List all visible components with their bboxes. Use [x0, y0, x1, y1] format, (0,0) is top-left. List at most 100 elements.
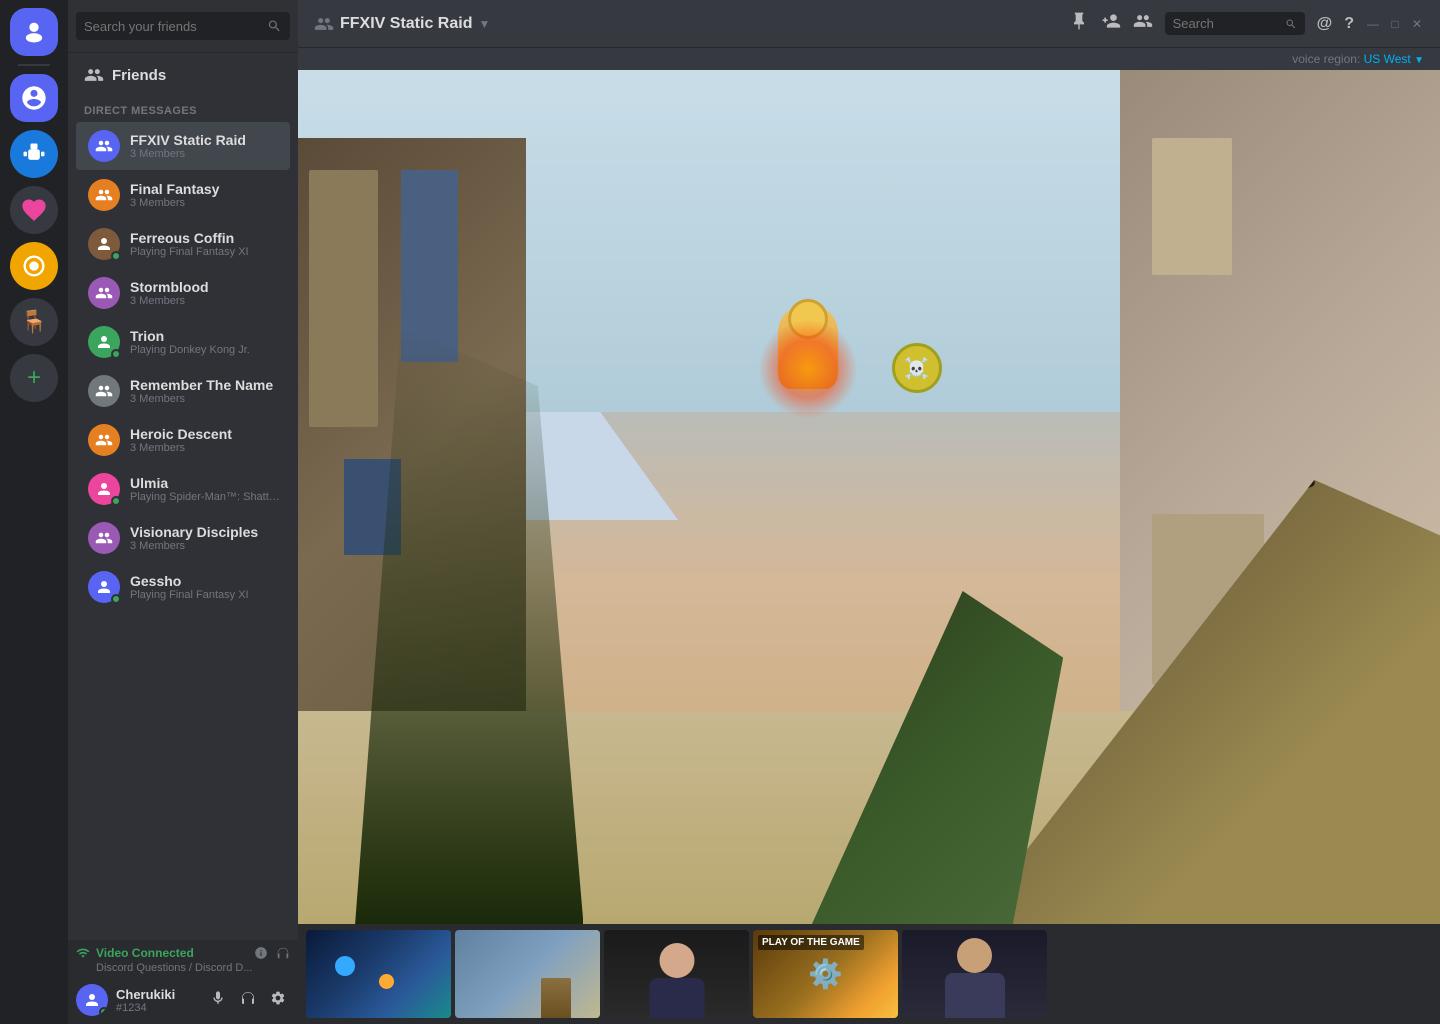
dm-sub-stormblood: 3 Members	[130, 295, 282, 307]
friends-nav-item[interactable]: Friends	[68, 53, 298, 89]
user-avatar	[76, 984, 108, 1016]
dm-avatar-ferreous	[88, 228, 120, 260]
voice-channel-label: Discord Questions / Discord D...	[76, 962, 290, 974]
dm-sub-ff: 3 Members	[130, 197, 282, 209]
dm-name-ffxiv: FFXIV Static Raid	[130, 132, 266, 148]
voice-region-value[interactable]: US West	[1364, 52, 1411, 66]
dm-item-ff[interactable]: Final Fantasy 3 Members	[76, 171, 290, 219]
window-1	[309, 170, 378, 426]
dm-item-remember[interactable]: Remember The Name 3 Members	[76, 367, 290, 415]
thumbnail-5[interactable]	[902, 930, 1047, 1018]
home-server-button[interactable]	[10, 8, 58, 56]
dm-item-visionary[interactable]: Visionary Disciples 3 Members	[76, 514, 290, 562]
info-icon[interactable]	[254, 946, 268, 960]
dm-sub-ffxiv: 3 Members	[130, 148, 266, 160]
dm-sub-gessho: Playing Final Fantasy XI	[130, 589, 282, 601]
status-online-ulmia	[111, 496, 121, 506]
user-controls	[206, 988, 290, 1013]
pin-icon[interactable]	[1069, 11, 1089, 36]
header-search-bar[interactable]	[1165, 12, 1305, 35]
dm-avatar-trion	[88, 326, 120, 358]
dm-avatar-stormblood	[88, 277, 120, 309]
user-info: Cherukiki #1234	[116, 987, 198, 1014]
minimize-button[interactable]: —	[1366, 17, 1380, 31]
main-content: FFXIV Static Raid ▼ @ ? — □ ✕	[298, 0, 1440, 1024]
friends-label: Friends	[112, 67, 166, 84]
mic-button[interactable]	[206, 988, 230, 1013]
friends-icon	[84, 65, 104, 85]
bottom-panel: Video Connected Discord Questions / Disc…	[68, 940, 298, 1024]
dm-avatar-gessho	[88, 571, 120, 603]
headphones-button[interactable]	[236, 988, 260, 1013]
dm-info-visionary: Visionary Disciples 3 Members	[130, 524, 282, 552]
header-chevron[interactable]: ▼	[478, 17, 490, 31]
headphones-icon[interactable]	[276, 946, 290, 960]
status-online-trion	[111, 349, 121, 359]
voice-region-label: voice region:	[1292, 52, 1360, 66]
mention-icon[interactable]: @	[1317, 15, 1333, 33]
dm-sub-heroic: 3 Members	[130, 442, 282, 454]
dm-item-stormblood[interactable]: Stormblood 3 Members	[76, 269, 290, 317]
dm-info-gessho: Gessho Playing Final Fantasy XI	[130, 573, 282, 601]
thumbnails-row: PLAY OF THE GAME ⚙️	[298, 924, 1440, 1024]
user-settings-button[interactable]	[266, 988, 290, 1013]
voice-region-chevron[interactable]: ▼	[1414, 55, 1424, 66]
members-icon[interactable]	[1133, 11, 1153, 36]
server-s1[interactable]	[10, 74, 58, 122]
status-online-ferreous	[111, 251, 121, 261]
close-button[interactable]: ✕	[1410, 17, 1424, 31]
add-member-icon[interactable]	[1101, 11, 1121, 36]
person-shape-5	[945, 938, 1005, 1018]
dm-item-ffxiv[interactable]: FFXIV Static Raid 3 Members ✕	[76, 122, 290, 170]
dm-name-ferreous: Ferreous Coffin	[130, 230, 282, 246]
main-video: ☠️ END CALL	[298, 70, 1440, 924]
server-s4[interactable]	[10, 242, 58, 290]
dm-info-ferreous: Ferreous Coffin Playing Final Fantasy XI	[130, 230, 282, 258]
search-bar-container	[68, 0, 298, 53]
thumbnail-1[interactable]	[306, 930, 451, 1018]
group-dm-icon	[314, 14, 334, 34]
dm-sub-visionary: 3 Members	[130, 540, 282, 552]
thumbnail-1-bg	[306, 930, 451, 1018]
dm-item-ulmia[interactable]: Ulmia Playing Spider-Man™: Shattered Dim…	[76, 465, 290, 513]
thumbnail-4-bg: PLAY OF THE GAME ⚙️	[753, 930, 898, 1018]
server-s5[interactable]: 🪑	[10, 298, 58, 346]
thumbnail-3[interactable]	[604, 930, 749, 1018]
dm-avatar-visionary	[88, 522, 120, 554]
person-shape-3	[649, 943, 704, 1018]
dm-section-label: DIRECT MESSAGES	[68, 89, 298, 121]
search-friends-input-wrapper[interactable]	[76, 12, 290, 40]
maximize-button[interactable]: □	[1388, 17, 1402, 31]
dm-avatar-remember	[88, 375, 120, 407]
dm-item-heroic[interactable]: Heroic Descent 3 Members	[76, 416, 290, 464]
dm-info-stormblood: Stormblood 3 Members	[130, 279, 282, 307]
header-title-text: FFXIV Static Raid	[340, 15, 472, 33]
thumb-play-label: PLAY OF THE GAME	[758, 935, 864, 950]
header-search-input[interactable]	[1173, 16, 1279, 31]
dm-sub-remember: 3 Members	[130, 393, 282, 405]
server-s3[interactable]	[10, 186, 58, 234]
server-divider	[18, 64, 50, 66]
add-server-button[interactable]: +	[10, 354, 58, 402]
thumb-char-1	[335, 956, 355, 976]
dm-item-gessho[interactable]: Gessho Playing Final Fantasy XI	[76, 563, 290, 611]
dm-avatar-ulmia	[88, 473, 120, 505]
server-s2[interactable]	[10, 130, 58, 178]
voice-connected-label: Video Connected	[96, 946, 194, 960]
dm-name-stormblood: Stormblood	[130, 279, 282, 295]
window-right-1	[1152, 138, 1232, 275]
status-online-gessho	[111, 594, 121, 604]
dm-item-ferreous[interactable]: Ferreous Coffin Playing Final Fantasy XI	[76, 220, 290, 268]
header-actions: @ ? — □ ✕	[1069, 11, 1424, 36]
search-friends-input[interactable]	[84, 19, 267, 34]
help-icon[interactable]: ?	[1344, 15, 1354, 33]
thumbnail-4[interactable]: PLAY OF THE GAME ⚙️	[753, 930, 898, 1018]
dm-item-trion[interactable]: Trion Playing Donkey Kong Jr.	[76, 318, 290, 366]
signal-icon	[76, 946, 90, 960]
window-controls: — □ ✕	[1366, 17, 1424, 31]
thumbnail-3-bg	[604, 930, 749, 1018]
video-area: ☠️ END CALL	[298, 70, 1440, 1024]
dm-name-trion: Trion	[130, 328, 282, 344]
dm-info-remember: Remember The Name 3 Members	[130, 377, 282, 405]
thumbnail-2[interactable]	[455, 930, 600, 1018]
